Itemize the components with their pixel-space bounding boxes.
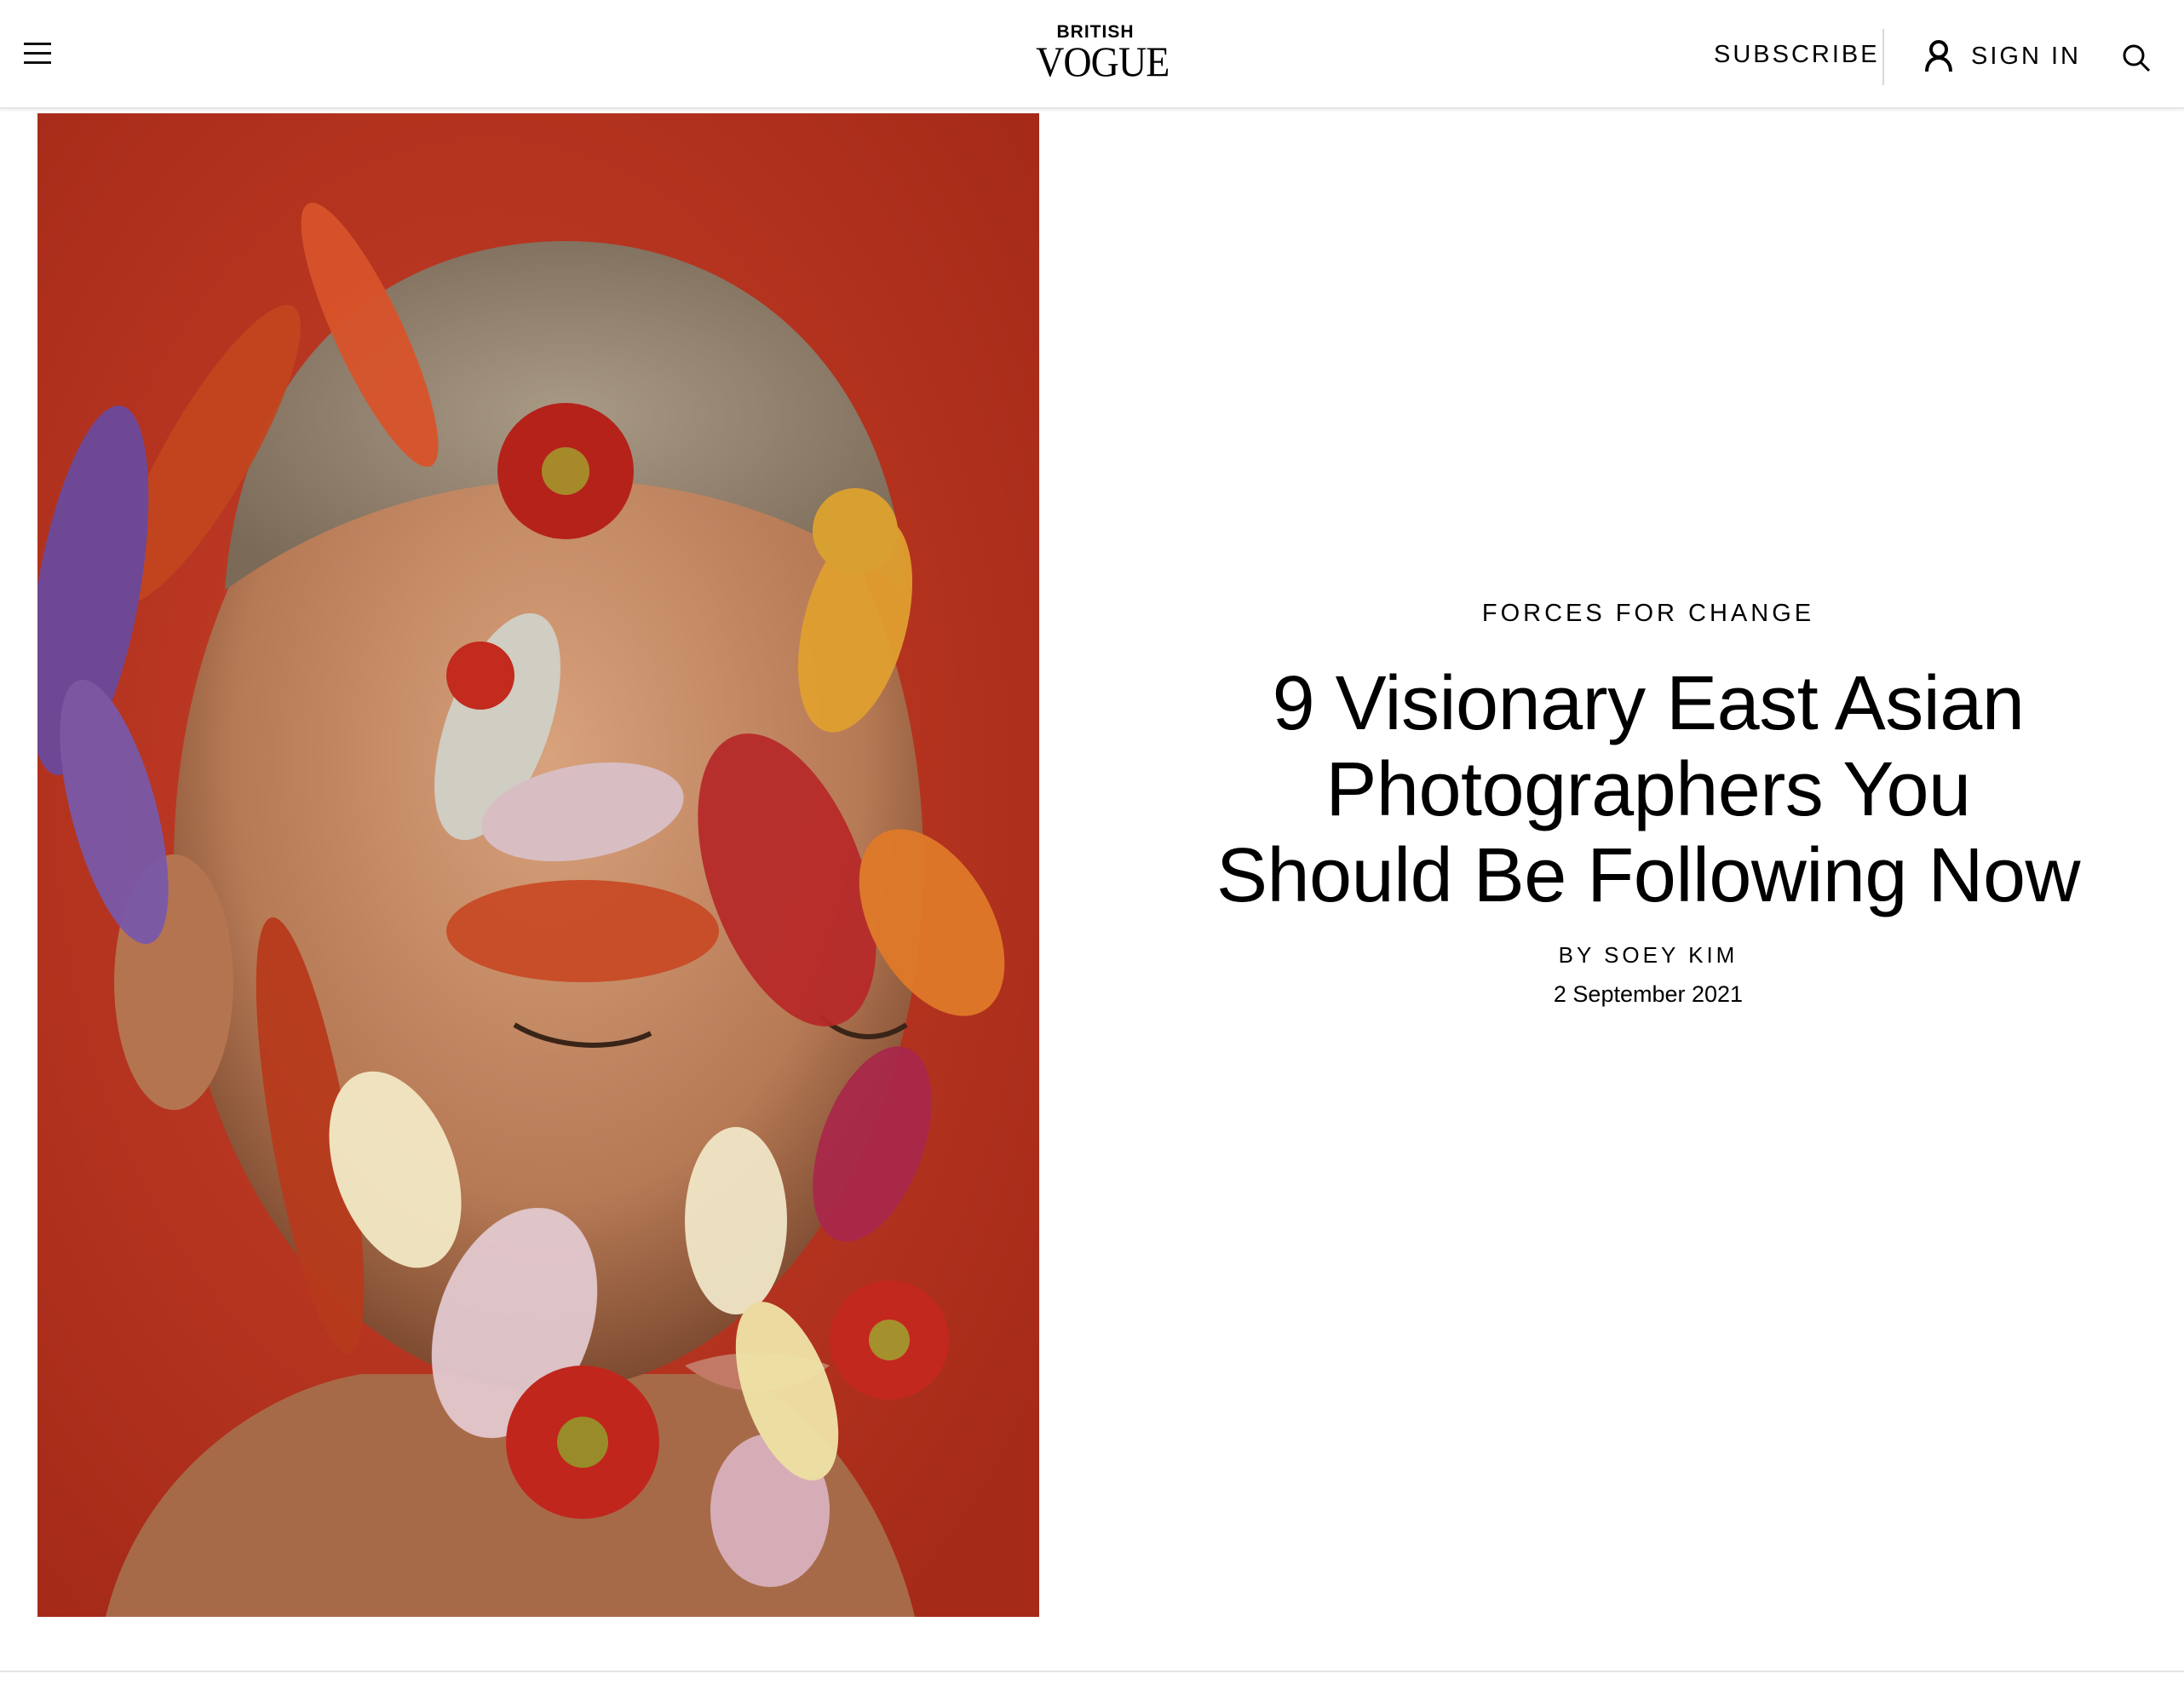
- article-byline: BY SOEY KIM: [1193, 938, 2104, 972]
- section-divider: [0, 1671, 2184, 1672]
- user-icon: [1925, 40, 1952, 72]
- sign-in-button[interactable]: SIGN IN: [1923, 39, 2081, 73]
- publish-date: 2 September 2021: [1553, 981, 1744, 1007]
- sign-in-label: SIGN IN: [1971, 42, 2081, 70]
- nav-divider: [1882, 29, 1884, 85]
- byline-prefix: BY: [1558, 942, 1605, 968]
- logo-main-text: VOGUE: [1036, 37, 1170, 85]
- hamburger-menu-icon[interactable]: [24, 43, 51, 65]
- article-headline: 9 Visionary East Asian Photographers You…: [1216, 661, 2081, 918]
- site-header: BRITISH VOGUE SUBSCRIBE SIGN IN: [0, 0, 2184, 109]
- subscribe-link[interactable]: SUBSCRIBE: [1714, 41, 1880, 69]
- article-header: FORCES FOR CHANGE 9 Visionary East Asian…: [1193, 596, 2104, 1011]
- article-rubric[interactable]: FORCES FOR CHANGE: [1193, 596, 2104, 630]
- search-icon[interactable]: [2121, 43, 2152, 73]
- hero-photo: [37, 113, 1039, 1617]
- author-link[interactable]: SOEY KIM: [1604, 942, 1738, 968]
- site-logo[interactable]: BRITISH VOGUE: [1031, 22, 1170, 85]
